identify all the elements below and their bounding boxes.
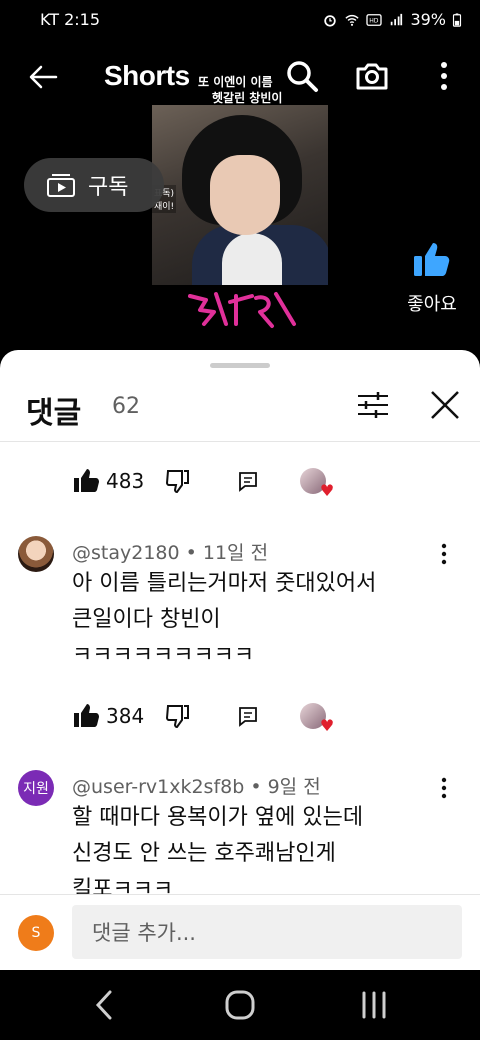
battery-percent: 39%	[410, 10, 446, 29]
thumbnail-figure-face	[210, 155, 280, 235]
carrier-time: KT 2:15	[40, 10, 101, 29]
my-avatar: S	[18, 915, 54, 951]
comment-more-icon[interactable]	[434, 774, 454, 802]
like-button[interactable]: 좋아요	[404, 240, 460, 316]
video-caption: 또 이엔이 이름 헷갈린 창빈이	[198, 74, 328, 106]
thumbnail-figure-collar	[222, 233, 282, 285]
heart-icon: ♥	[319, 716, 335, 735]
camera-icon[interactable]	[354, 58, 390, 94]
comments-count: 62	[112, 394, 140, 419]
video-thumbnail[interactable]: 표독) 재이!	[152, 105, 328, 285]
system-nav-bar	[0, 970, 480, 1040]
like-comment-icon[interactable]	[72, 467, 100, 495]
reply-icon[interactable]	[234, 702, 262, 730]
commenter-avatar[interactable]: 지원	[18, 770, 54, 806]
close-icon[interactable]	[428, 388, 462, 422]
alarm-icon	[324, 14, 337, 27]
header-divider	[0, 441, 480, 442]
avatar-initials: 지원	[23, 781, 49, 797]
creator-heart-badge: ♥	[300, 468, 334, 500]
nav-back-icon[interactable]	[84, 988, 124, 1022]
comment-actions: 384 ♥	[72, 700, 334, 735]
comment-text: 아 이름 틀리는거마저 줏대있어서 큰일이다 창빈이 ㅋㅋㅋㅋㅋㅋㅋㅋㅋ	[72, 566, 432, 674]
comments-sheet: 댓글 62 483 ♥ @stay2180 • 11일 전 아 이름 틀리는거마…	[0, 350, 480, 970]
like-label: 좋아요	[407, 294, 457, 315]
video-logo-art	[188, 292, 296, 328]
comment-like-count: 483	[106, 469, 145, 493]
back-arrow-icon[interactable]	[26, 60, 60, 94]
wifi-icon	[345, 14, 360, 26]
drag-handle[interactable]	[210, 363, 270, 368]
like-comment-icon[interactable]	[72, 702, 100, 730]
sort-filter-icon[interactable]	[356, 390, 390, 420]
heart-icon: ♥	[319, 481, 335, 500]
comment-like-count: 384	[106, 704, 145, 728]
page-title: Shorts	[104, 60, 190, 91]
dislike-comment-icon[interactable]	[164, 467, 192, 495]
nav-recents-icon[interactable]	[354, 988, 394, 1022]
reply-icon[interactable]	[234, 467, 262, 495]
svg-text:HD: HD	[370, 17, 380, 24]
creator-heart-badge: ♥	[300, 703, 334, 735]
comment-actions: 483 ♥	[72, 465, 334, 500]
comment-more-icon[interactable]	[434, 540, 454, 568]
comment-composer: S 댓글 추가...	[0, 895, 480, 970]
status-bar: KT 2:15 HD 39%	[0, 0, 480, 40]
comment-author[interactable]: @stay2180 • 11일 전	[72, 538, 268, 565]
hd-icon: HD	[366, 13, 383, 26]
video-caption-line1: 또 이엔이 이름	[198, 75, 273, 89]
comment-text-line: 신경도 안 쓰는 호주쾌남인게	[72, 841, 336, 866]
subscribe-label: 구독	[88, 175, 129, 200]
more-options-icon[interactable]	[432, 58, 456, 94]
nav-home-icon[interactable]	[220, 988, 260, 1022]
comment-text-line: 아 이름 틀리는거마저 줏대있어서	[72, 571, 377, 596]
comment-text-line: ㅋㅋㅋㅋㅋㅋㅋㅋㅋ	[72, 643, 255, 668]
signal-icon	[391, 13, 403, 25]
subscriptions-icon	[47, 174, 75, 197]
comment-text: 할 때마다 용복이가 옆에 있는데 신경도 안 쓰는 호주쾌남인게 킬포ㅋㅋㅋ	[72, 800, 432, 908]
video-caption-line2: 헷갈린 창빈이	[212, 91, 283, 105]
subscribe-button[interactable]: 구독	[24, 158, 164, 212]
thumbs-up-filled-icon	[414, 243, 450, 276]
comment-text-line: 큰일이다 창빈이	[72, 607, 221, 632]
comment-author[interactable]: @user-rv1xk2sf8b • 9일 전	[72, 772, 321, 799]
comments-title: 댓글	[26, 396, 82, 431]
status-icons: HD 39%	[322, 10, 462, 29]
add-comment-input[interactable]: 댓글 추가...	[72, 905, 462, 959]
battery-icon	[452, 12, 462, 27]
commenter-avatar[interactable]	[18, 536, 54, 572]
comment-text-line: 할 때마다 용복이가 옆에 있는데	[72, 805, 364, 830]
dislike-comment-icon[interactable]	[164, 702, 192, 730]
